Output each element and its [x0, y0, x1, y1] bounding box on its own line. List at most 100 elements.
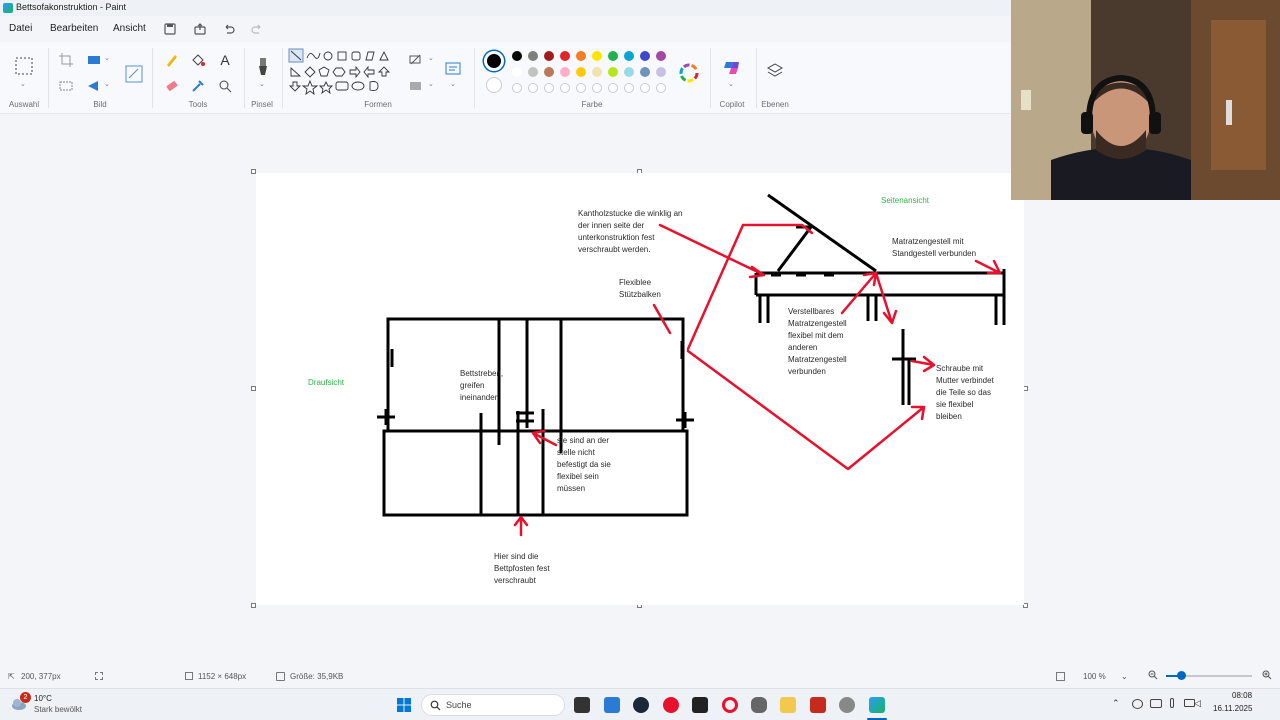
custom-color-slot[interactable] — [656, 83, 666, 93]
cursor-position: 200, 377px — [21, 672, 61, 681]
undo-icon[interactable] — [222, 22, 236, 36]
primary-color-swatch[interactable] — [484, 51, 504, 71]
menu-datei[interactable]: Datei — [9, 23, 32, 34]
cursor-icon: ⇱ — [8, 672, 15, 681]
color-picker-icon[interactable] — [190, 78, 206, 94]
save-icon[interactable] — [163, 22, 177, 36]
custom-color-slot[interactable] — [512, 83, 522, 93]
top-view-sketch — [377, 317, 694, 517]
selection-chevron-icon[interactable]: ⌄ — [20, 80, 26, 88]
palette-color-swatch[interactable] — [560, 51, 570, 61]
shapes-gallery[interactable] — [288, 48, 396, 96]
share-icon[interactable] — [193, 22, 207, 36]
palette-color-swatch[interactable] — [608, 67, 618, 77]
redo-icon[interactable] — [250, 22, 264, 36]
custom-color-slot[interactable] — [592, 83, 602, 93]
palette-color-swatch[interactable] — [528, 67, 538, 77]
clock-date[interactable]: 16.11.2025 — [1213, 704, 1252, 713]
zoom-level[interactable]: 100 % — [1083, 672, 1106, 681]
palette-color-swatch[interactable] — [656, 51, 666, 61]
zoom-in-icon[interactable] — [1262, 670, 1272, 680]
taskbar-search[interactable]: Suche — [421, 694, 565, 716]
mouse-app-icon[interactable] — [751, 697, 767, 713]
weather-desc[interactable]: Stark bewölkt — [34, 705, 82, 714]
palette-color-swatch[interactable] — [640, 51, 650, 61]
task-view-icon[interactable] — [574, 697, 590, 713]
palette-color-swatch[interactable] — [512, 51, 522, 61]
notification-badge: 2 — [20, 692, 31, 703]
crop-icon[interactable] — [58, 52, 74, 68]
color-wheel-icon[interactable] — [678, 62, 700, 84]
palette-color-swatch[interactable] — [576, 51, 586, 61]
palette-color-swatch[interactable] — [624, 51, 634, 61]
fit-to-window-icon[interactable] — [1056, 672, 1065, 681]
settings-gear-icon[interactable] — [839, 697, 855, 713]
palette-color-swatch[interactable] — [544, 51, 554, 61]
palette-color-swatch[interactable] — [512, 67, 522, 77]
drawing-canvas[interactable]: Kantholzstucke die winklig an der innen … — [256, 173, 1024, 605]
palette-color-swatch[interactable] — [528, 51, 538, 61]
copilot-icon[interactable] — [722, 58, 742, 78]
zoom-slider-thumb[interactable] — [1177, 671, 1186, 680]
custom-color-slot[interactable] — [640, 83, 650, 93]
secondary-color-swatch[interactable] — [486, 77, 502, 93]
file-explorer-icon[interactable] — [780, 697, 796, 713]
fill-icon[interactable] — [408, 78, 424, 94]
group-label-copilot: Copilot — [719, 100, 745, 109]
app-tray-icon[interactable] — [1150, 699, 1162, 708]
app-red-icon[interactable] — [663, 697, 679, 713]
zoom-out-icon[interactable] — [1148, 670, 1158, 680]
outline-icon[interactable] — [408, 52, 424, 68]
palette-color-swatch[interactable] — [576, 67, 586, 77]
custom-color-slot[interactable] — [576, 83, 586, 93]
search-icon — [430, 700, 441, 711]
group-label-bild: Bild — [93, 100, 107, 109]
custom-color-slot[interactable] — [608, 83, 618, 93]
fill-bucket-icon[interactable] — [190, 52, 206, 68]
background-remove-icon[interactable] — [58, 78, 74, 94]
palette-color-swatch[interactable] — [624, 67, 634, 77]
rotate-icon[interactable] — [86, 78, 102, 94]
weather-temp[interactable]: 10°C — [34, 694, 52, 703]
magnifier-icon[interactable] — [217, 78, 233, 94]
file-size: Größe: 35,9KB — [290, 672, 344, 681]
palette-color-swatch[interactable] — [640, 67, 650, 77]
note-matratzengestell: Matratzengestell mit Standgestell verbun… — [892, 237, 977, 258]
steam-icon[interactable] — [633, 697, 649, 713]
clock-time[interactable]: 08:08 — [1232, 691, 1252, 700]
palette-color-swatch[interactable] — [592, 67, 602, 77]
microphone-icon[interactable] — [1170, 698, 1174, 708]
eraser-icon[interactable] — [164, 78, 180, 94]
status-bar: ⇱ 200, 377px 1152 × 648px Größe: 35,9KB … — [0, 666, 1280, 686]
palette-color-swatch[interactable] — [656, 67, 666, 77]
text-icon[interactable]: A — [217, 52, 233, 68]
palette-color-swatch[interactable] — [544, 67, 554, 77]
zoom-chevron-icon[interactable]: ⌄ — [1121, 672, 1128, 681]
menu-ansicht[interactable]: Ansicht — [113, 23, 146, 34]
sync-icon[interactable] — [1132, 699, 1143, 709]
palette-color-swatch[interactable] — [608, 51, 618, 61]
pencil-icon[interactable] — [164, 52, 180, 68]
custom-color-slot[interactable] — [544, 83, 554, 93]
tray-chevron-icon[interactable]: ⌃ — [1112, 698, 1120, 709]
volume-icon[interactable]: ◁ — [1194, 698, 1201, 709]
selection-icon[interactable] — [14, 56, 34, 76]
custom-color-slot[interactable] — [560, 83, 570, 93]
custom-color-slot[interactable] — [624, 83, 634, 93]
windows-start-icon[interactable] — [396, 697, 412, 713]
menu-bearbeiten[interactable]: Bearbeiten — [50, 23, 98, 34]
layers-icon[interactable] — [766, 62, 784, 80]
resize-icon[interactable] — [86, 52, 102, 68]
terminal-icon[interactable] — [692, 697, 708, 713]
image-adjust-icon[interactable] — [124, 64, 144, 84]
media-app-icon[interactable] — [810, 697, 826, 713]
brush-icon[interactable] — [254, 56, 272, 78]
palette-color-swatch[interactable] — [592, 51, 602, 61]
shape-size-icon[interactable] — [444, 60, 462, 78]
palette-color-swatch[interactable] — [560, 67, 570, 77]
canvas-size-icon — [185, 672, 193, 680]
paint-taskbar-icon[interactable] — [869, 697, 885, 713]
opera-icon[interactable] — [722, 697, 738, 713]
custom-color-slot[interactable] — [528, 83, 538, 93]
calculator-icon[interactable] — [604, 697, 620, 713]
